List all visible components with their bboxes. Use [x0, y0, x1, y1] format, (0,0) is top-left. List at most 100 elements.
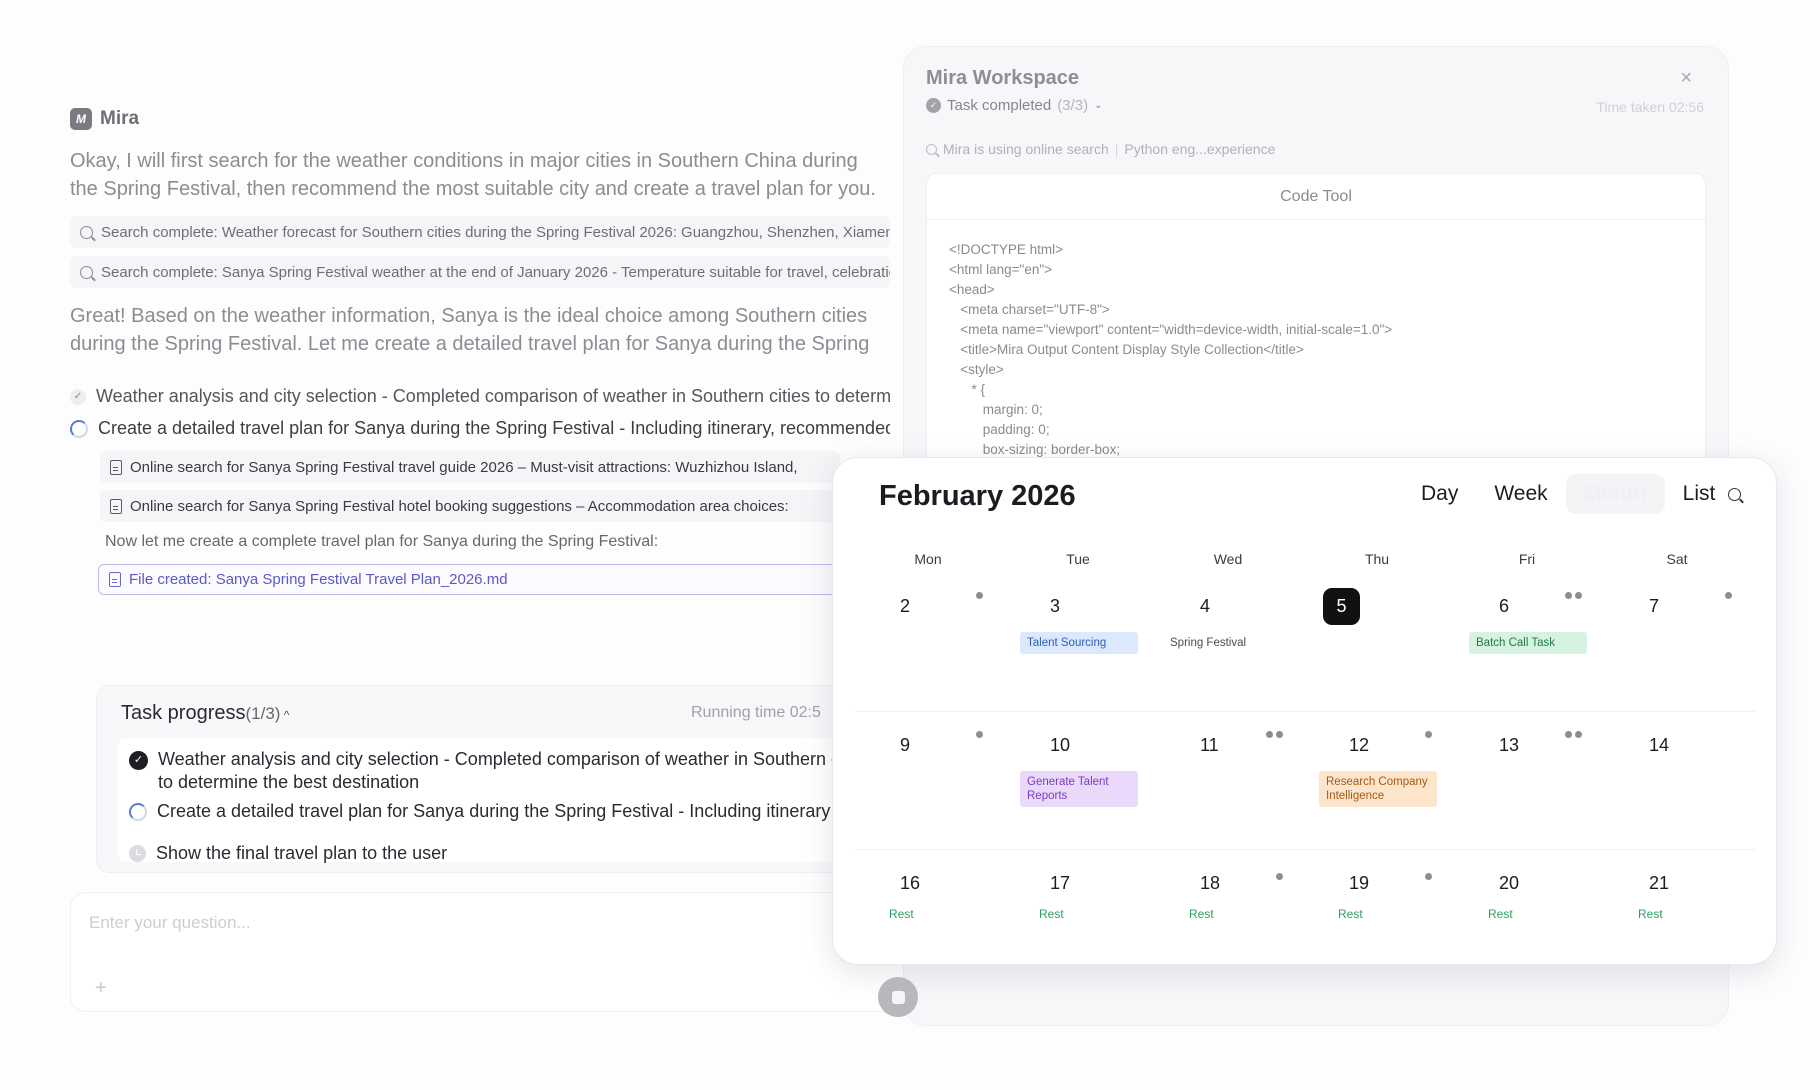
- calendar-event[interactable]: Generate Talent Reports: [1020, 771, 1138, 807]
- today-date: 5: [1323, 588, 1360, 625]
- plan-step-running[interactable]: Create a detailed travel plan for Sanya …: [70, 418, 890, 439]
- day-number: 21: [1649, 873, 1670, 893]
- event-indicator-dot: [1725, 592, 1732, 599]
- rest-day-label: Rest: [1338, 907, 1363, 921]
- event-indicator-dot: [1276, 873, 1283, 880]
- clock-icon: [129, 845, 146, 862]
- document-icon: [110, 498, 122, 514]
- close-icon[interactable]: ×: [1680, 67, 1692, 90]
- substep-row[interactable]: Online search for Sanya Spring Festival …: [100, 490, 840, 522]
- calendar-popup: February 2026 Day Week Month List Mon Tue…: [832, 457, 1777, 965]
- calendar-event[interactable]: Talent Sourcing: [1020, 632, 1138, 654]
- calendar-day-cell[interactable]: 3 Talent Sourcing: [998, 578, 1148, 716]
- day-number: 13: [1499, 735, 1520, 755]
- loading-spinner-icon: [70, 419, 88, 438]
- calendar-day-cell[interactable]: 9: [848, 717, 998, 855]
- code-line: padding: 0;: [949, 422, 1050, 437]
- calendar-day-cell[interactable]: 10 Generate Talent Reports: [998, 717, 1148, 855]
- day-number: 14: [1649, 735, 1670, 755]
- code-line: <head>: [949, 282, 995, 297]
- question-input[interactable]: [89, 913, 589, 933]
- day-number: 20: [1499, 873, 1520, 893]
- document-icon: [110, 459, 122, 475]
- chevron-up-icon: ^: [280, 708, 290, 722]
- task-item-done: ✓ Weather analysis and city selection - …: [129, 748, 849, 794]
- stop-icon: [891, 990, 905, 1004]
- task-item-pending: Show the final travel plan to the user: [129, 842, 447, 865]
- calendar-day-cell[interactable]: 20 Rest: [1447, 855, 1597, 993]
- search-icon: [926, 143, 937, 155]
- calendar-day-cell[interactable]: 6 Batch Call Task: [1447, 578, 1597, 716]
- calendar-event[interactable]: Batch Call Task: [1469, 632, 1587, 654]
- chevron-down-icon: ⌄: [1094, 100, 1103, 111]
- code-tool-title: Code Tool: [927, 174, 1705, 220]
- plan-step-completed[interactable]: ✓ Weather analysis and city selection - …: [70, 386, 890, 407]
- stop-generation-button[interactable]: [878, 977, 918, 1017]
- file-icon: [109, 572, 121, 587]
- file-created-link[interactable]: File created: Sanya Spring Festival Trav…: [98, 564, 858, 595]
- event-indicator-dot: [1565, 731, 1572, 738]
- view-day-button[interactable]: Day: [1403, 474, 1476, 514]
- plan-step-text: Weather analysis and city selection - Co…: [96, 386, 890, 406]
- add-attachment-icon[interactable]: +: [95, 977, 107, 1000]
- calendar-day-cell[interactable]: 14: [1597, 717, 1747, 855]
- task-list: ✓ Weather analysis and city selection - …: [117, 738, 897, 865]
- search-result-text: Search complete: Sanya Spring Festival w…: [101, 263, 890, 281]
- search-result-row[interactable]: Search complete: Weather forecast for So…: [70, 216, 890, 248]
- workspace-title: Mira Workspace: [926, 67, 1080, 89]
- weekday-header: Mon: [914, 551, 942, 567]
- code-line: <meta charset="UTF-8">: [949, 302, 1110, 317]
- calendar-day-cell[interactable]: 21 Rest: [1597, 855, 1747, 993]
- weekday-header: Tue: [1066, 551, 1090, 567]
- calendar-day-cell[interactable]: 11: [1148, 717, 1298, 855]
- view-week-button[interactable]: Week: [1476, 474, 1565, 514]
- day-number: 16: [900, 873, 921, 893]
- check-circle-icon: ✓: [129, 751, 148, 770]
- weekday-header: Thu: [1364, 551, 1390, 567]
- substep-text: Online search for Sanya Spring Festival …: [130, 497, 789, 515]
- event-indicator-dot: [1425, 873, 1432, 880]
- calendar-day-cell[interactable]: 13: [1447, 717, 1597, 855]
- calendar-day-cell[interactable]: 19 Rest: [1297, 855, 1447, 993]
- event-indicator-dot: [1425, 731, 1432, 738]
- calendar-day-cell[interactable]: 4 Spring Festival: [1148, 578, 1298, 716]
- calendar-day-cell[interactable]: 12 Research Company Intelligence: [1297, 717, 1447, 855]
- calendar-day-cell[interactable]: 17 Rest: [998, 855, 1148, 993]
- task-item-running: Create a detailed travel plan for Sanya …: [129, 800, 830, 823]
- weekday-header: Wed: [1213, 551, 1243, 567]
- code-line: <title>Mira Output Content Display Style…: [949, 342, 1304, 357]
- day-number: 10: [1050, 735, 1071, 755]
- calendar-day-cell[interactable]: 5: [1297, 578, 1447, 716]
- calendar-day-cell[interactable]: 16 Rest: [848, 855, 998, 993]
- search-result-row[interactable]: Search complete: Sanya Spring Festival w…: [70, 256, 890, 288]
- file-created-text: File created: Sanya Spring Festival Trav…: [129, 571, 508, 588]
- loading-spinner-icon: [129, 803, 147, 821]
- day-number: 3: [1050, 596, 1061, 616]
- view-month-button[interactable]: Month: [1565, 474, 1665, 514]
- rest-day-label: Rest: [1039, 907, 1064, 921]
- weekday-header: Sat: [1666, 551, 1688, 567]
- code-line: * {: [949, 382, 986, 397]
- event-indicator-dot: [1575, 731, 1582, 738]
- mira-logo-icon: M: [70, 108, 92, 130]
- calendar-day-cell[interactable]: 18 Rest: [1148, 855, 1298, 993]
- day-number: 17: [1050, 873, 1071, 893]
- day-number: 12: [1349, 735, 1370, 755]
- tool-status: Mira is using online search | Python eng…: [926, 141, 1275, 157]
- calendar-day-cell[interactable]: 2: [848, 578, 998, 716]
- code-line: <!DOCTYPE html>: [949, 242, 1064, 257]
- rest-day-label: Rest: [889, 907, 914, 921]
- task-progress-title[interactable]: Task progress(1/3) ^: [121, 702, 289, 725]
- substep-row[interactable]: Online search for Sanya Spring Festival …: [100, 451, 840, 483]
- search-icon[interactable]: [1728, 488, 1741, 501]
- view-list-button[interactable]: List: [1665, 474, 1734, 514]
- task-status[interactable]: ✓ Task completed (3/3) ⌄: [926, 97, 1102, 114]
- check-circle-icon: ✓: [926, 98, 941, 113]
- day-number: 7: [1649, 596, 1660, 616]
- task-status-count: (3/3): [1057, 97, 1089, 114]
- calendar-event[interactable]: Research Company Intelligence: [1319, 771, 1437, 807]
- calendar-day-cell[interactable]: 7: [1597, 578, 1747, 716]
- day-number: 18: [1200, 873, 1221, 893]
- code-content: <!DOCTYPE html> <html lang="en"> <head> <m…: [927, 220, 1705, 472]
- chat-panel: M Mira Okay, I will first search for the…: [0, 0, 970, 1090]
